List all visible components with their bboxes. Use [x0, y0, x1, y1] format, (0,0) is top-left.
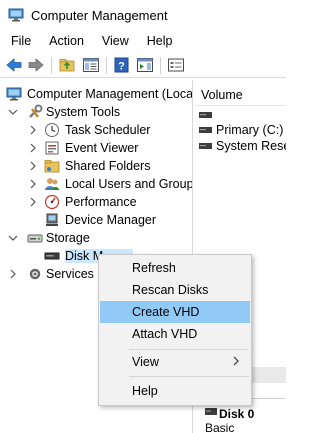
show-hide-tree-icon[interactable]	[82, 57, 100, 73]
device-manager-icon	[46, 213, 58, 226]
chevron-right-icon[interactable]	[28, 143, 38, 153]
menu-item-label: Attach VHD	[132, 327, 198, 341]
volume-label: System Reser	[216, 139, 286, 153]
disk-name: Disk 0	[219, 407, 255, 421]
clock-icon	[45, 123, 59, 137]
services-icon	[29, 268, 41, 280]
menu-item-label: Refresh	[132, 261, 176, 275]
tree-item-shared-folders[interactable]: Shared Folders	[0, 157, 192, 175]
context-menu-attach-vhd[interactable]: Attach VHD	[100, 323, 250, 345]
system-tools-icon	[29, 104, 43, 118]
context-menu: Refresh Rescan Disks Create VHD Attach V…	[98, 254, 252, 406]
tree-label: Computer Management (Local	[27, 87, 193, 101]
menu-help[interactable]: Help	[136, 31, 180, 52]
chevron-right-icon[interactable]	[28, 125, 38, 135]
tree-label: Shared Folders	[65, 159, 151, 173]
disk-management-icon	[44, 252, 60, 260]
tree-item-system-tools[interactable]: System Tools	[0, 103, 192, 121]
tree-item-local-users-and-groups[interactable]: Local Users and Groups	[0, 175, 193, 193]
toolbar-separator	[160, 57, 161, 74]
computer-management-icon	[8, 8, 24, 22]
menu-separator	[129, 376, 249, 377]
properties-icon[interactable]	[167, 57, 185, 73]
storage-icon	[27, 234, 43, 243]
menu-file[interactable]: File	[0, 31, 38, 52]
show-hide-action-pane-icon[interactable]	[136, 57, 154, 73]
toolbar-separator	[106, 57, 107, 74]
volume-icon	[199, 143, 212, 149]
toolbar: ?	[0, 52, 286, 78]
users-icon	[45, 178, 59, 190]
column-header-label: Volume	[201, 88, 243, 102]
menu-item-label: Help	[132, 384, 158, 398]
context-menu-refresh[interactable]: Refresh	[100, 257, 250, 279]
menu-action[interactable]: Action	[38, 31, 91, 52]
event-viewer-icon	[45, 141, 59, 155]
toolbar-separator	[51, 57, 52, 74]
tree-label: Local Users and Groups	[65, 177, 193, 191]
context-menu-create-vhd[interactable]: Create VHD	[100, 301, 250, 323]
computer-management-icon	[6, 87, 22, 101]
context-menu-help[interactable]: Help	[100, 380, 250, 402]
back-icon[interactable]	[5, 57, 23, 73]
tree-item-performance[interactable]: Performance	[0, 193, 192, 211]
chevron-right-icon[interactable]	[28, 161, 38, 171]
disk-type: Basic	[205, 421, 235, 433]
context-menu-rescan-disks[interactable]: Rescan Disks	[100, 279, 250, 301]
help-icon[interactable]: ?	[113, 57, 131, 73]
menu-item-label: Create VHD	[132, 305, 200, 319]
chevron-down-icon[interactable]	[8, 233, 18, 243]
tree-label: Task Scheduler	[65, 123, 151, 137]
chevron-right-icon[interactable]	[28, 179, 38, 189]
chevron-right-icon[interactable]	[28, 197, 38, 207]
submenu-arrow-icon	[233, 356, 239, 366]
performance-icon	[44, 194, 60, 210]
tree-item-task-scheduler[interactable]: Task Scheduler	[0, 121, 192, 139]
menu-item-label: View	[132, 355, 159, 369]
tree-label: Device Manager	[65, 213, 157, 227]
tree-item-device-manager[interactable]: Device Manager	[0, 211, 192, 229]
disk-icon	[205, 408, 217, 415]
tree-label: Performance	[65, 195, 137, 209]
menu-view[interactable]: View	[91, 31, 136, 52]
tree-item-computer-management[interactable]: Computer Management (Local	[0, 85, 193, 103]
menu-bar: File Action View Help	[0, 31, 286, 52]
svg-text:?: ?	[118, 61, 125, 73]
up-folder-icon[interactable]	[58, 57, 76, 73]
tree-label: System Tools	[46, 105, 121, 119]
shared-folder-icon	[44, 160, 60, 173]
tree-label: Event Viewer	[65, 141, 139, 155]
volume-icon	[199, 127, 212, 133]
column-header-volume[interactable]: Volume	[195, 86, 286, 106]
forward-icon[interactable]	[27, 57, 45, 73]
context-menu-view[interactable]: View	[100, 351, 250, 373]
title-bar: Computer Management	[0, 0, 286, 30]
window-title: Computer Management	[31, 8, 168, 23]
tree-item-event-viewer[interactable]: Event Viewer	[0, 139, 192, 157]
menu-separator	[129, 349, 249, 350]
tree-item-storage[interactable]: Storage	[0, 229, 192, 247]
chevron-right-icon[interactable]	[8, 269, 18, 279]
chevron-down-icon[interactable]	[8, 107, 18, 117]
volume-label: Primary (C:)	[216, 123, 284, 137]
volume-icon	[199, 112, 212, 118]
tree-label: Storage	[46, 231, 90, 245]
menu-item-label: Rescan Disks	[132, 283, 209, 297]
